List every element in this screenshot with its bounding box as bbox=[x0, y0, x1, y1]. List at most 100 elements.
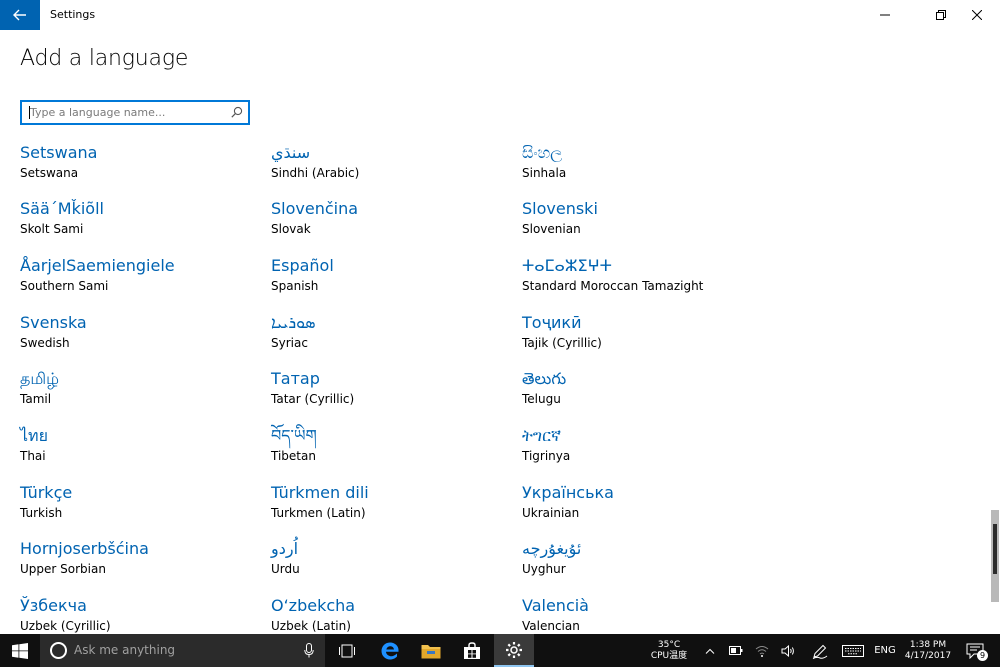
back-button[interactable] bbox=[0, 0, 40, 30]
language-search-box[interactable] bbox=[20, 100, 250, 125]
language-item[interactable]: ไทย Thai bbox=[20, 426, 260, 464]
input-language-indicator[interactable]: ENG bbox=[870, 634, 900, 667]
language-item[interactable]: Тоҷикӣ Tajik (Cyrillic) bbox=[522, 313, 762, 351]
language-item[interactable]: Türkmen dili Turkmen (Latin) bbox=[271, 483, 511, 521]
language-item[interactable]: Ўзбекча Uzbek (Cyrillic) bbox=[20, 596, 260, 634]
language-item[interactable]: Svenska Swedish bbox=[20, 313, 260, 351]
battery-tray-button[interactable] bbox=[724, 634, 748, 667]
language-english-name: Southern Sami bbox=[20, 279, 109, 293]
language-item[interactable]: ܣܘܪܝܝܐ Syriac bbox=[271, 313, 511, 351]
language-english-name: Sinhala bbox=[522, 166, 567, 180]
battery-icon bbox=[729, 646, 743, 655]
language-native-name: Українська bbox=[522, 483, 614, 502]
language-native-name: Setswana bbox=[20, 143, 98, 162]
store-taskbar-button[interactable] bbox=[452, 634, 492, 667]
language-english-name: Tamil bbox=[20, 392, 52, 406]
language-item[interactable]: Slovenski Slovenian bbox=[522, 199, 762, 237]
folder-icon bbox=[421, 644, 441, 658]
language-native-name: ئۇيغۇرچە bbox=[522, 539, 582, 558]
language-item[interactable]: Татар Tatar (Cyrillic) bbox=[271, 369, 511, 407]
language-english-name: Setswana bbox=[20, 166, 79, 180]
network-tray-button[interactable] bbox=[750, 634, 774, 667]
language-item[interactable]: اُردو Urdu bbox=[271, 539, 511, 577]
language-english-name: Tatar (Cyrillic) bbox=[271, 392, 355, 406]
language-english-name: Skolt Sami bbox=[20, 222, 84, 236]
language-english-name: Tajik (Cyrillic) bbox=[522, 336, 602, 350]
language-item[interactable]: Українська Ukrainian bbox=[522, 483, 762, 521]
language-english-name: Turkmen (Latin) bbox=[271, 506, 366, 520]
language-native-name: O‘zbekcha bbox=[271, 596, 356, 615]
language-item[interactable]: Sää´Mǩiõll Skolt Sami bbox=[20, 199, 260, 237]
volume-tray-button[interactable] bbox=[776, 634, 800, 667]
language-native-name: తెలుగు bbox=[522, 369, 567, 388]
show-hidden-icons-button[interactable] bbox=[700, 634, 720, 667]
store-bag-icon bbox=[464, 641, 480, 659]
language-english-name: Thai bbox=[20, 449, 46, 463]
language-english-name: Slovenian bbox=[522, 222, 581, 236]
language-item[interactable]: سنڌي Sindhi (Arabic) bbox=[271, 143, 511, 181]
cpu-temperature: 35°C bbox=[657, 639, 681, 650]
language-english-name: Tibetan bbox=[271, 449, 316, 463]
language-item[interactable]: O‘zbekcha Uzbek (Latin) bbox=[271, 596, 511, 634]
language-item[interactable]: සිංහල Sinhala bbox=[522, 143, 762, 181]
language-native-name: Тоҷикӣ bbox=[522, 313, 582, 332]
language-item[interactable]: ⵜⴰⵎⴰⵣⵉⵖⵜ Standard Moroccan Tamazight bbox=[522, 256, 762, 294]
minimize-button[interactable] bbox=[862, 0, 908, 30]
language-native-name: ትግርኛ bbox=[522, 426, 562, 445]
chevron-up-icon bbox=[705, 648, 715, 654]
close-icon bbox=[972, 10, 982, 20]
language-item[interactable]: བོད་ཡིག Tibetan bbox=[271, 426, 511, 464]
task-view-button[interactable] bbox=[330, 634, 364, 667]
language-native-name: Türkmen dili bbox=[271, 483, 369, 502]
language-item[interactable]: Slovenčina Slovak bbox=[271, 199, 511, 237]
taskbar: Ask me anything 35°C CPU温度 ENG 1:38 PM 4… bbox=[0, 634, 1000, 667]
edge-browser-icon bbox=[381, 642, 399, 659]
cortana-search-box[interactable]: Ask me anything bbox=[40, 634, 325, 667]
language-native-name: ܣܘܪܝܝܐ bbox=[271, 313, 316, 332]
language-item[interactable]: Valencià Valencian bbox=[522, 596, 762, 634]
language-native-name: ÅarjelSaemiengiele bbox=[20, 256, 175, 275]
language-native-name: ⵜⴰⵎⴰⵣⵉⵖⵜ bbox=[522, 256, 612, 275]
touch-keyboard-button[interactable] bbox=[838, 634, 868, 667]
pen-icon bbox=[812, 644, 828, 659]
start-button[interactable] bbox=[0, 634, 40, 667]
task-view-icon bbox=[339, 644, 355, 657]
clock[interactable]: 1:38 PM 4/17/2017 bbox=[900, 634, 956, 667]
close-button[interactable] bbox=[954, 0, 1000, 30]
language-english-name: Uzbek (Latin) bbox=[271, 619, 351, 633]
language-native-name: Hornjoserbšćina bbox=[20, 539, 149, 558]
language-native-name: བོད་ཡིག bbox=[271, 426, 317, 445]
language-item[interactable]: Setswana Setswana bbox=[20, 143, 260, 181]
language-item[interactable]: తెలుగు Telugu bbox=[522, 369, 762, 407]
microphone-icon[interactable] bbox=[304, 643, 314, 658]
page-title: Add a language bbox=[20, 46, 189, 71]
action-center-button[interactable]: 9 bbox=[960, 634, 990, 667]
back-arrow-icon bbox=[13, 9, 26, 21]
language-native-name: Татар bbox=[271, 369, 320, 388]
language-item[interactable]: ئۇيغۇرچە Uyghur bbox=[522, 539, 762, 577]
language-english-name: Urdu bbox=[271, 562, 300, 576]
language-item[interactable]: Türkçe Turkish bbox=[20, 483, 260, 521]
language-english-name: Sindhi (Arabic) bbox=[271, 166, 360, 180]
language-item[interactable]: தமிழ் Tamil bbox=[20, 369, 260, 407]
language-native-name: Svenska bbox=[20, 313, 87, 332]
gear-icon bbox=[506, 641, 522, 658]
language-english-name: Spanish bbox=[271, 279, 319, 293]
language-native-name: සිංහල bbox=[522, 143, 563, 162]
windows-ink-button[interactable] bbox=[806, 634, 834, 667]
cpu-temperature-widget[interactable]: 35°C CPU温度 bbox=[640, 634, 698, 667]
language-english-name: Ukrainian bbox=[522, 506, 580, 520]
notification-count-badge: 9 bbox=[977, 650, 988, 661]
language-item[interactable]: Hornjoserbšćina Upper Sorbian bbox=[20, 539, 260, 577]
language-item[interactable]: ÅarjelSaemiengiele Southern Sami bbox=[20, 256, 260, 294]
settings-taskbar-button[interactable] bbox=[494, 634, 534, 667]
cortana-icon bbox=[50, 642, 67, 659]
edge-taskbar-button[interactable] bbox=[370, 634, 410, 667]
title-bar: Settings bbox=[0, 0, 1000, 30]
scrollbar-thumb-grip bbox=[993, 524, 997, 574]
language-item[interactable]: ትግርኛ Tigrinya bbox=[522, 426, 762, 464]
language-item[interactable]: Español Spanish bbox=[271, 256, 511, 294]
language-search-input[interactable] bbox=[30, 105, 230, 120]
language-native-name: ไทย bbox=[20, 426, 48, 445]
file-explorer-taskbar-button[interactable] bbox=[412, 634, 450, 667]
